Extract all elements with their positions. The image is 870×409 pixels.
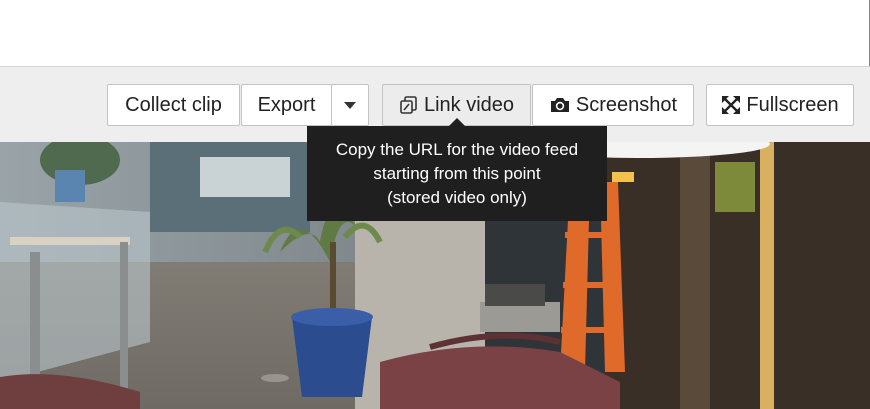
export-button[interactable]: Export	[241, 84, 332, 126]
camera-icon	[549, 95, 571, 115]
tooltip-line-2: starting from this point	[373, 164, 541, 183]
link-video-tooltip: Copy the URL for the video feed starting…	[307, 126, 607, 221]
tooltip-line-1: Copy the URL for the video feed	[335, 140, 579, 159]
top-panel	[0, 0, 870, 66]
export-label: Export	[257, 93, 316, 116]
collect-clip-label: Collect clip	[125, 93, 222, 116]
copy-icon	[399, 95, 419, 115]
screenshot-label: Screenshot	[575, 93, 678, 116]
screenshot-button[interactable]: Screenshot	[532, 84, 694, 126]
link-video-label: Link video	[423, 93, 515, 116]
fullscreen-label: Fullscreen	[746, 93, 839, 116]
fullscreen-button[interactable]: Fullscreen	[706, 84, 854, 126]
tooltip-line-3: (stored video only)	[387, 188, 527, 207]
export-dropdown-button[interactable]	[331, 84, 369, 126]
collect-clip-button[interactable]: Collect clip	[107, 84, 240, 126]
expand-arrows-icon	[721, 95, 741, 115]
caret-down-icon	[344, 101, 356, 109]
